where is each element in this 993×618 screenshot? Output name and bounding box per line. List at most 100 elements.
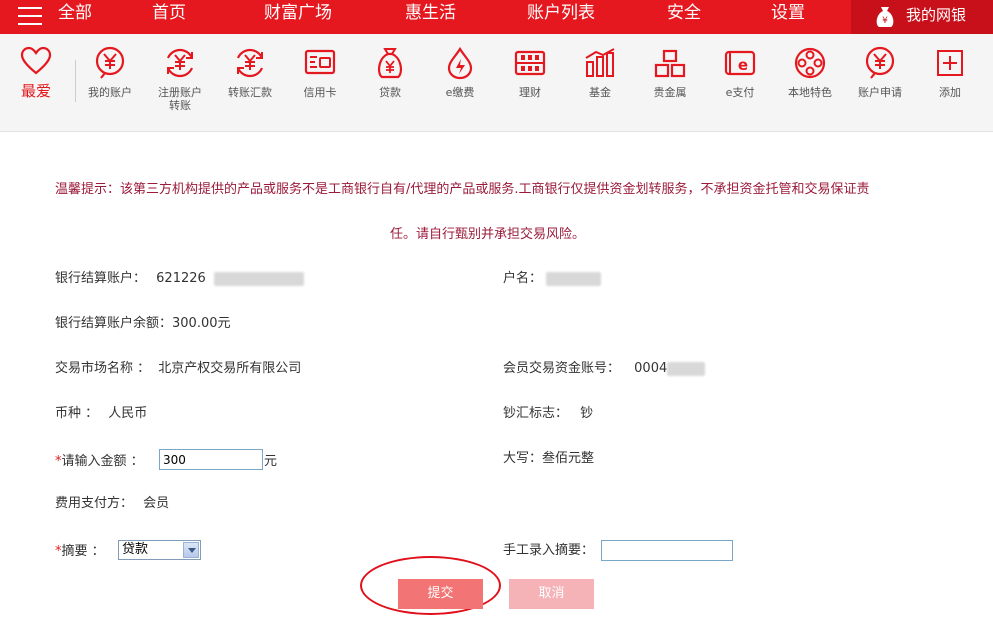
quick-item-loan[interactable]: 贷款 [354,46,426,99]
bar-chart-icon [585,48,615,77]
summary-label: 摘要 ： [61,544,105,559]
fee-payer-row: 费用支付方： 会员 [55,494,169,514]
fee-payer-label: 费用支付方： [55,496,134,511]
account-name-row: 户名： [503,269,602,289]
uppercase-row: 大写：叁佰元整 [503,449,594,469]
quick-item-label: 我的账户 [88,86,132,99]
heart-icon [20,46,52,75]
quick-item-label: e支付 [725,86,755,99]
quick-item-label: 添加 [939,86,961,99]
notice-line-2: 任。请自行甄别并承担交易风险。 [390,227,586,242]
amount-input[interactable] [159,449,263,470]
drop-icon [447,46,473,80]
nav-security[interactable]: 安全 [667,3,701,23]
quick-item-local-feature[interactable]: 本地特色 [774,46,846,99]
film-reel-icon [794,47,826,79]
favorites-label: 最爱 [20,82,51,100]
currency-row: 币种 ： 人民币 [55,404,147,424]
credit-card-icon [304,49,336,75]
amount-unit: 元 [264,454,278,469]
plus-box-icon [937,50,963,76]
quick-item-label: 信用卡 [303,86,337,99]
yuan-transfer-icon [166,48,194,78]
quick-item-label: 转账汇款 [228,86,272,99]
quick-item-label: 本地特色 [788,86,832,99]
settlement-account-value: 621226 [156,271,206,286]
menu-icon[interactable] [18,7,42,27]
nav-account-list[interactable]: 账户列表 [527,3,595,23]
fee-payer-value: 会员 [143,496,170,511]
nav-settings[interactable]: 设置 [771,3,805,23]
money-bag-icon: ¥ [876,7,894,27]
account-name-label: 户名： [503,271,543,286]
svg-text:e: e [738,56,748,74]
quick-item-add[interactable]: 添加 [914,46,986,99]
abacus-icon [514,50,546,76]
quick-item-epay-fee[interactable]: e缴费 [424,46,496,99]
quick-menu-bar: 最爱 我的账户 注册账户 转账 转账汇款 信用卡 贷款 e缴费 理财 基金 贵金… [0,34,993,132]
favorites[interactable]: 最爱 [14,46,58,101]
my-bank-button[interactable]: ¥ 我的网银 [851,0,993,34]
quick-item-label: 注册账户 转账 [158,86,202,112]
masked-value [213,271,304,286]
quick-item-transfer-remit[interactable]: 转账汇款 [214,46,286,99]
member-account-label: 会员交易资金账号： [503,361,621,376]
quick-item-label: 基金 [589,86,611,99]
amount-label: 请输入金额 ： [61,454,144,469]
amount-row: *请输入金额 ： [55,452,144,472]
top-nav: 全部 首页 财富广场 惠生活 账户列表 安全 设置 ¥ 我的网银 [0,0,993,34]
cash-flag-row: 钞汇标志： 钞 [503,404,593,424]
my-bank-label: 我的网银 [906,6,967,24]
quick-item-label: e缴费 [445,86,475,99]
nav-wealth-plaza[interactable]: 财富广场 [264,3,332,23]
quick-item-account-apply[interactable]: 账户申请 [844,46,916,99]
nav-all[interactable]: 全部 [58,3,92,23]
market-label: 交易市场名称 ： [55,361,151,376]
market-row: 交易市场名称 ： 北京产权交易所有限公司 [55,359,301,379]
currency-value: 人民币 [108,406,148,421]
cash-flag-label: 钞汇标志： [503,406,569,421]
member-account-row: 会员交易资金账号： 0004 [503,359,706,379]
settlement-account-label: 银行结算账户： [55,271,147,286]
yuan-circle-icon [95,46,125,79]
warning-notice: 温馨提示：该第三方机构提供的产品或服务不是工商银行自有/代理的产品或服务.工商银… [55,180,945,242]
market-value: 北京产权交易所有限公司 [158,361,302,376]
notice-line-1: 温馨提示：该第三方机构提供的产品或服务不是工商银行自有/代理的产品或服务.工商银… [55,182,870,197]
quick-item-epay[interactable]: e e支付 [704,46,776,99]
nav-home[interactable]: 首页 [152,3,186,23]
quick-item-wealth-mgmt[interactable]: 理财 [494,46,566,99]
quick-item-fund[interactable]: 基金 [564,46,636,99]
quick-item-label: 贷款 [379,86,401,99]
summary-row: *摘要 ： [55,542,105,562]
yuan-circle-icon [865,46,895,79]
quick-item-register-transfer[interactable]: 注册账户 转账 [144,46,216,112]
cash-flag-value: 钞 [580,406,594,421]
masked-value [546,271,602,286]
money-bag-icon [377,48,403,79]
cancel-button[interactable]: 取消 [509,579,594,609]
uppercase-value: 叁佰元整 [542,451,595,466]
masked-value [667,361,706,376]
summary-select[interactable]: 贷款 [118,540,201,560]
manual-summary-input[interactable] [601,540,733,561]
submit-button[interactable]: 提交 [398,579,483,609]
balance-row: 银行结算账户余额：300.00元 [55,314,231,334]
quick-item-precious-metal[interactable]: 贵金属 [634,46,706,99]
balance-value: 300.00元 [172,316,231,331]
gold-bars-icon [654,49,686,78]
quick-item-label: 贵金属 [653,86,687,99]
summary-selected-value: 贷款 [122,542,149,557]
manual-summary-label: 手工录入摘要： [503,543,595,558]
svg-text:¥: ¥ [882,16,888,26]
epay-icon: e [724,50,756,76]
chevron-down-icon[interactable] [183,542,199,558]
quick-item-credit-card[interactable]: 信用卡 [284,46,356,99]
yuan-transfer-icon [236,48,264,78]
quick-item-label: 账户申请 [858,86,902,99]
uppercase-label: 大写： [503,451,543,466]
settlement-account-row: 银行结算账户： 621226 [55,269,304,289]
currency-label: 币种 ： [55,406,99,421]
quick-item-label: 理财 [519,86,541,99]
quick-item-my-account[interactable]: 我的账户 [74,46,146,99]
nav-life[interactable]: 惠生活 [405,3,456,23]
